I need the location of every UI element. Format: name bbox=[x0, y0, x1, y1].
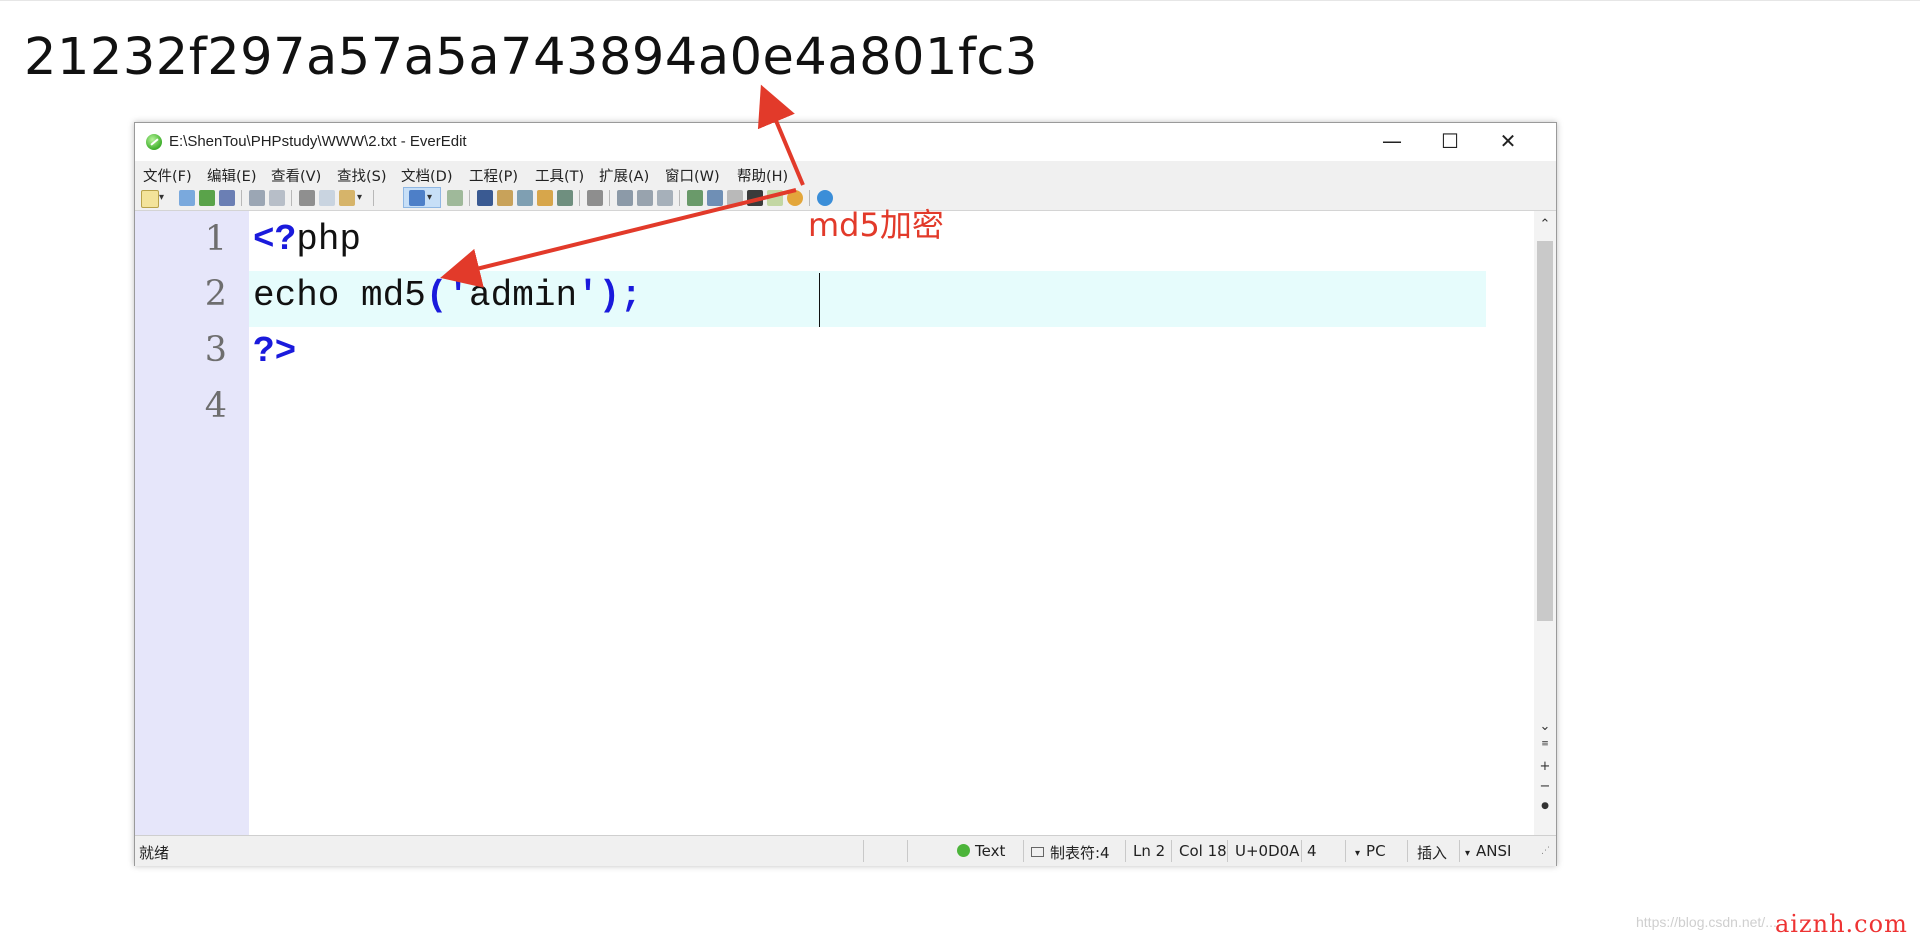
arrow-to-md5-call bbox=[440, 188, 797, 288]
watermark-url: https://blog.csdn.net/... bbox=[1636, 914, 1777, 930]
watermark-brand: aiznh.com bbox=[1775, 910, 1908, 938]
arrow-to-hash bbox=[757, 84, 805, 186]
annotation-arrows bbox=[440, 84, 805, 288]
